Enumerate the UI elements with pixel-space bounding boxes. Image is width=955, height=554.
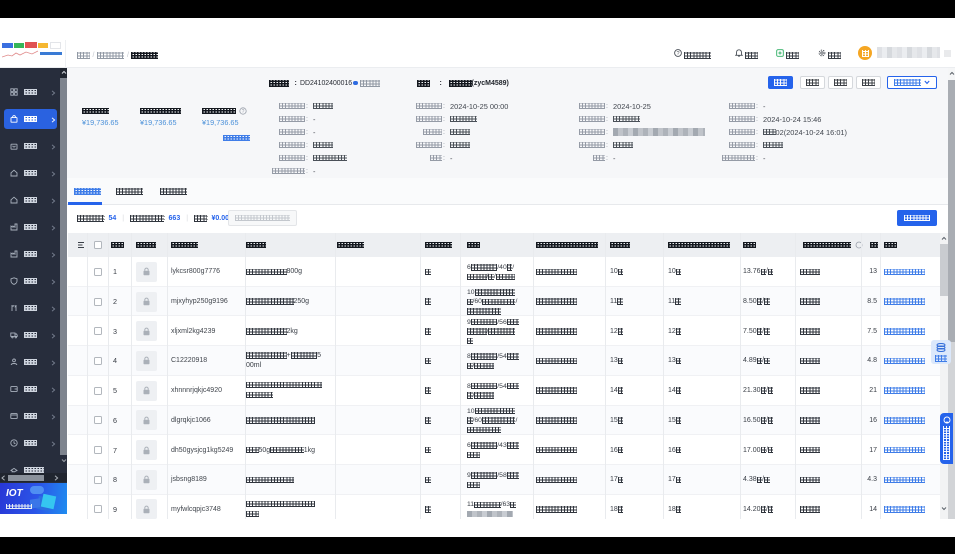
svg-text:?: ? (242, 109, 245, 115)
svg-text:?: ? (676, 51, 679, 57)
